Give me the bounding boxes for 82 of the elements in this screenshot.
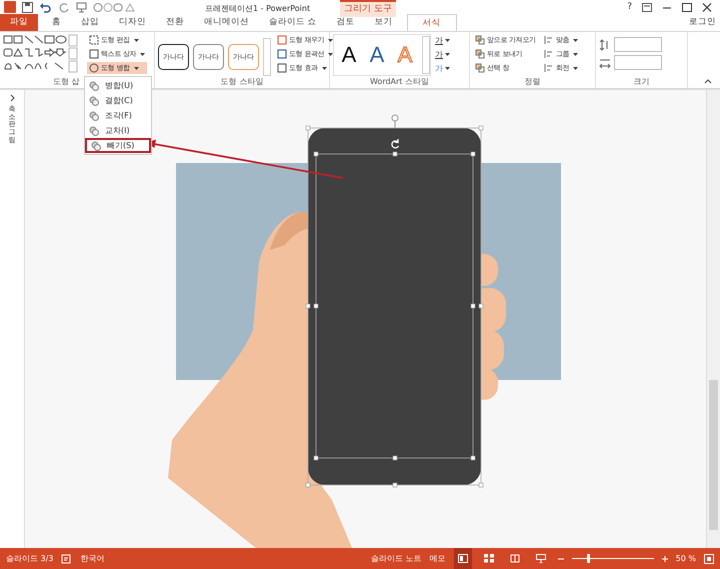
- height-input-field[interactable]: [614, 37, 662, 52]
- shapes-icon[interactable]: [93, 2, 135, 12]
- gallery-scrollbar[interactable]: [422, 36, 430, 74]
- vertical-scrollbar[interactable]: [706, 90, 720, 548]
- undo-icon[interactable]: [39, 2, 53, 12]
- width-icon: [599, 56, 611, 68]
- ribbon-display-icon[interactable]: [642, 2, 652, 12]
- edit-shape-icon: [89, 35, 99, 45]
- group-label: 도형 삽: [53, 76, 80, 88]
- ribbon-tab[interactable]: 삽입: [71, 14, 109, 31]
- align-icon: [544, 35, 554, 45]
- group-label: WordArt 스타일: [368, 76, 430, 88]
- close-icon[interactable]: [702, 2, 712, 12]
- ribbon-tab[interactable]: 홈: [42, 14, 71, 31]
- effects-icon: [277, 63, 287, 73]
- wordart-style-sample[interactable]: A: [366, 42, 388, 68]
- text-box-icon: [89, 49, 99, 59]
- wordart-style-sample[interactable]: A: [338, 42, 360, 68]
- caret-icon: [573, 52, 578, 56]
- group-label: 정렬: [524, 76, 542, 88]
- text-effect-button[interactable]: 가: [435, 62, 450, 74]
- normal-view-button[interactable]: [454, 548, 472, 569]
- caret-icon: [328, 52, 334, 56]
- grid-icon: [484, 554, 494, 563]
- save-icon[interactable]: [22, 2, 33, 12]
- slide-number-text: 슬라이드 3/3: [6, 553, 54, 564]
- menu-item[interactable]: 결합(C): [85, 93, 151, 108]
- contextual-tab-label: 그리기 도구: [340, 0, 396, 17]
- caret-icon: [328, 38, 334, 42]
- caret-icon: [322, 66, 327, 70]
- ribbon-tab[interactable]: 슬라이드 쇼: [259, 14, 327, 31]
- ribbon-tab[interactable]: 검토: [326, 14, 365, 31]
- caret-icon: [134, 66, 139, 70]
- notes-button[interactable]: 슬라이드 노트: [371, 553, 422, 564]
- caret-icon: [140, 52, 146, 56]
- ribbon-tab[interactable]: 디자인: [109, 14, 156, 31]
- powerpoint-logo-icon: [4, 1, 16, 13]
- gallery-scrollbar[interactable]: [263, 38, 271, 76]
- rotate-handle-icon[interactable]: [391, 138, 400, 148]
- normal-view-icon: [458, 554, 468, 563]
- pen-icon: [277, 49, 287, 59]
- projector-icon: [536, 554, 546, 563]
- file-tab[interactable]: 파일: [0, 14, 38, 31]
- window-title: 프레젠테이션1 - PowerPoint: [205, 3, 310, 14]
- align-icon: [544, 49, 554, 59]
- group-label: 도형 스타일: [220, 76, 264, 88]
- comments-button[interactable]: 메모: [430, 553, 446, 564]
- menu-item[interactable]: 교차(I): [85, 123, 151, 138]
- sign-in-link[interactable]: 로그인: [689, 14, 720, 31]
- caret-icon: [573, 38, 578, 42]
- caret-icon: [445, 52, 450, 56]
- align-icon: [544, 63, 554, 73]
- ribbon-tab[interactable]: 서식: [406, 14, 457, 31]
- caret-icon: [445, 38, 450, 42]
- caret-icon: [573, 66, 578, 70]
- ribbon-tab[interactable]: 전환: [156, 14, 194, 31]
- caret-icon: [445, 66, 450, 70]
- fit-to-window-icon[interactable]: [704, 554, 714, 564]
- zoom-level-text[interactable]: 50 %: [676, 554, 696, 563]
- menu-item[interactable]: 조각(F): [85, 108, 151, 123]
- menu-item[interactable]: 빼기(S): [85, 138, 151, 153]
- help-button[interactable]: ?: [627, 2, 632, 12]
- maximize-icon[interactable]: [682, 2, 692, 12]
- chevron-right-icon[interactable]: [10, 94, 14, 102]
- width-input-field[interactable]: [614, 55, 662, 70]
- ribbon-tab[interactable]: 애니메이션: [194, 14, 259, 31]
- book-icon: [510, 554, 520, 563]
- zoom-out-icon[interactable]: [558, 556, 564, 562]
- redo-icon[interactable]: [59, 2, 70, 12]
- inner-selection-frame[interactable]: [314, 152, 476, 460]
- zoom-in-icon[interactable]: [662, 556, 668, 562]
- text-effect-button[interactable]: 가: [435, 48, 450, 60]
- caret-icon: [134, 38, 139, 42]
- slideshow-icon[interactable]: [76, 2, 87, 12]
- merge-shapes-icon: [89, 63, 99, 73]
- menu-item[interactable]: 병합(U): [85, 78, 151, 93]
- ribbon-tab[interactable]: 보기: [364, 14, 403, 31]
- paint-bucket-icon: [277, 35, 287, 45]
- group-label: 크기: [632, 76, 650, 88]
- text-effect-button[interactable]: 가: [435, 34, 450, 46]
- collapse-ribbon-icon[interactable]: [704, 78, 712, 84]
- language-text[interactable]: 한국어: [80, 553, 104, 564]
